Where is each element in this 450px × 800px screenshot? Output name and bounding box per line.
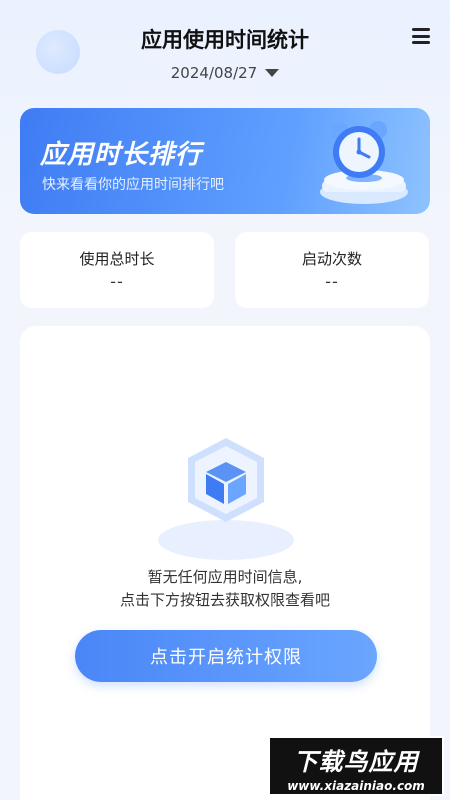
- empty-box-icon: [158, 438, 294, 560]
- total-duration-value: --: [110, 272, 124, 291]
- watermark-logo: 下载鸟应用 www.xiazainiao.com: [268, 736, 444, 796]
- date-label: 2024/08/27: [170, 64, 258, 82]
- launch-count-card: 启动次数 --: [235, 232, 429, 308]
- date-selector[interactable]: 2024/08/27: [0, 64, 450, 82]
- menu-icon[interactable]: [412, 28, 430, 44]
- enable-stats-permission-button[interactable]: 点击开启统计权限: [75, 630, 377, 682]
- usage-list-card: 暂无任何应用时间信息, 点击下方按钮去获取权限查看吧 点击开启统计权限: [20, 326, 430, 800]
- alarm-clock-icon: [320, 121, 408, 204]
- caret-down-icon: [265, 69, 280, 77]
- launch-count-label: 启动次数: [301, 250, 362, 268]
- watermark-brand: 下载鸟应用: [293, 748, 419, 776]
- launch-count-value: --: [325, 272, 339, 291]
- total-duration-card: 使用总时长 --: [20, 232, 214, 308]
- empty-state-line-1: 暂无任何应用时间信息,: [147, 568, 303, 586]
- empty-state-line-2: 点击下方按钮去获取权限查看吧: [119, 591, 330, 609]
- ranking-banner[interactable]: 应用时长排行 快来看看你的应用时间排行吧: [20, 108, 430, 214]
- banner-subtitle: 快来看看你的应用时间排行吧: [42, 177, 224, 193]
- watermark-url: www.xiazainiao.com: [287, 779, 425, 793]
- total-duration-label: 使用总时长: [79, 250, 155, 268]
- empty-state-text: 暂无任何应用时间信息, 点击下方按钮去获取权限查看吧: [20, 566, 430, 612]
- page-title: 应用使用时间统计: [141, 28, 309, 52]
- banner-title: 应用时长排行: [40, 140, 203, 170]
